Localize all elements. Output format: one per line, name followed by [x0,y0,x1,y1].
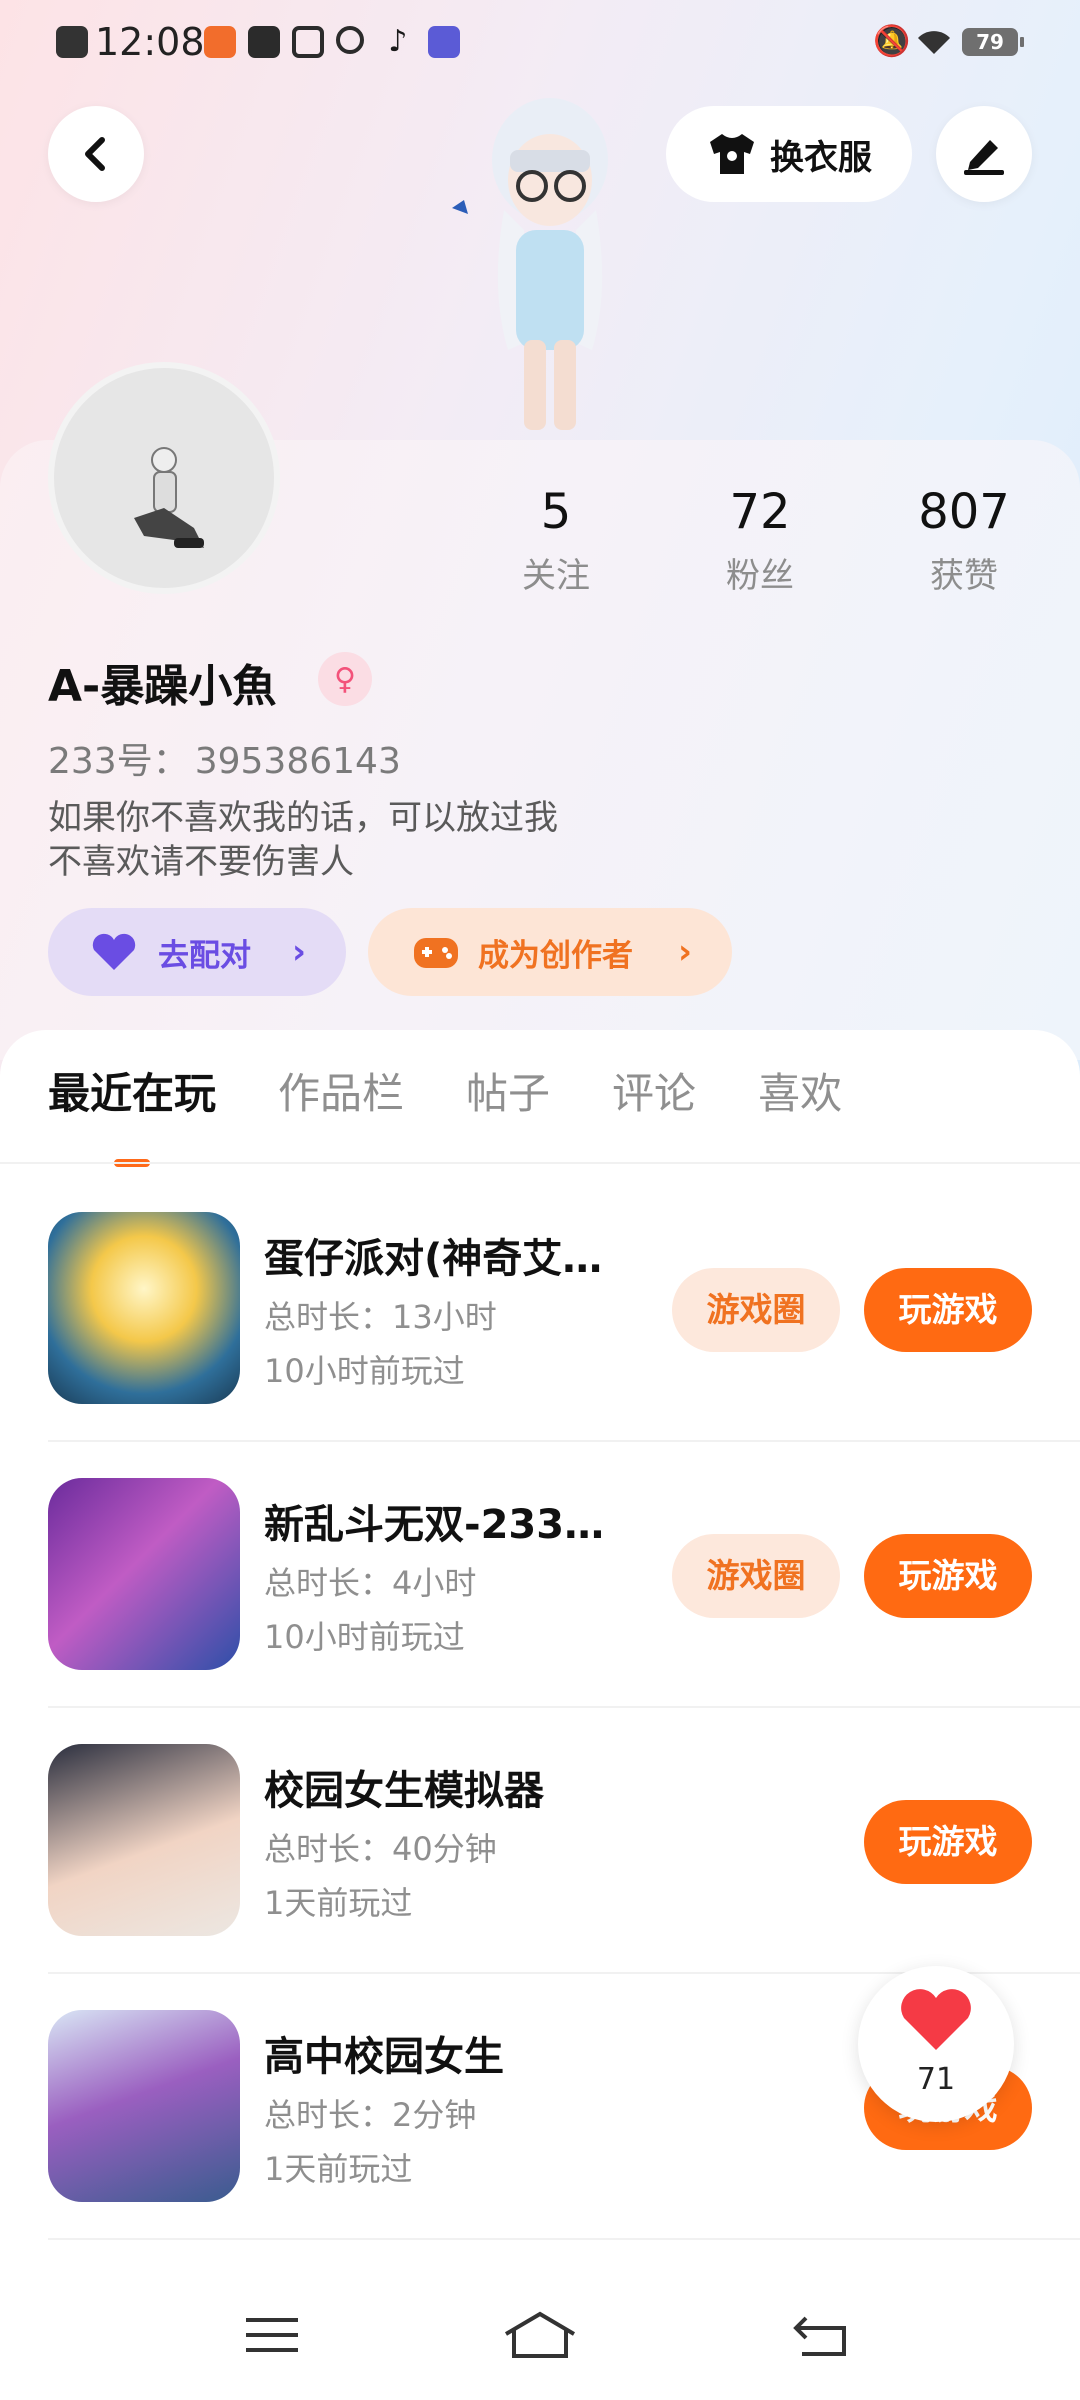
card-icon [292,26,324,58]
back-icon [85,137,105,171]
game-last-played: 1天前玩过 [264,1884,413,1922]
game-row[interactable]: 蛋仔派对(神奇艾… 总时长：13小时 10小时前玩过 游戏圈 玩游戏 [0,1212,1080,1478]
tab-posts[interactable]: 帖子 [466,1060,550,1121]
user-id: 233号： 395386143 [48,732,401,784]
game-icon [48,1744,240,1936]
bio-line-1: 如果你不喜欢我的话，可以放过我 [48,798,558,838]
play-game-button[interactable]: 玩游戏 [864,1534,1032,1618]
heart-icon [92,933,136,970]
match-button[interactable]: 去配对 › [48,908,346,996]
play-game-button[interactable]: 玩游戏 [864,1268,1032,1352]
tab-works[interactable]: 作品栏 [278,1060,404,1121]
stat-likes[interactable]: 807 获赞 [884,484,1044,597]
status-time: 12:08 [95,20,205,64]
stat-fans-label: 粉丝 [726,556,794,596]
game-duration: 总时长：2分钟 [264,2096,477,2134]
game-title: 校园女生模拟器 [264,1768,544,1814]
game-last-played: 10小时前玩过 [264,1618,465,1656]
game-circle-button[interactable]: 游戏圈 [672,1534,840,1618]
user-name: A-暴躁小魚 [48,661,277,712]
play-game-button[interactable]: 玩游戏 [864,1800,1032,1884]
mute-icon: 🔕 [873,24,911,59]
floating-like-button[interactable]: 71 [858,1966,1014,2122]
avatar-character [452,98,608,430]
gamepad-icon [414,938,458,968]
edit-profile-button[interactable] [936,106,1032,202]
game-duration: 总时长：40分钟 [264,1830,497,1868]
stat-likes-label: 获赞 [930,556,998,596]
row-divider [48,2238,1080,2240]
game-meta: 总时长：40分钟 1天前玩过 [264,1822,497,1930]
game-title: 新乱斗无双-233… [264,1502,605,1548]
avatar-figure [134,447,204,548]
game-icon [48,1212,240,1404]
game-circle-button[interactable]: 游戏圈 [672,1268,840,1352]
search-icon [336,26,364,54]
app-icon [204,26,236,58]
row-divider [48,1440,1080,1442]
stat-likes-num: 807 [918,484,1010,540]
user-id-value: 395386143 [194,741,401,782]
game-icon [48,2010,240,2202]
tab-recently-played[interactable]: 最近在玩 [48,1060,216,1167]
change-outfit-label: 换衣服 [770,137,872,178]
bio-line-2: 不喜欢请不要伤害人 [48,842,354,882]
tab-comments[interactable]: 评论 [612,1060,696,1121]
game-duration: 总时长：4小时 [264,1564,477,1602]
tab-divider [0,1162,1080,1164]
status-bar: 12:08 ♪ 🔕 79 [0,0,1080,86]
stat-following[interactable]: 5 关注 [476,484,636,597]
avatar[interactable] [48,362,280,594]
user-bio: 如果你不喜欢我的话，可以放过我 不喜欢请不要伤害人 [48,796,558,884]
wifi-icon [918,31,950,54]
tiktok-icon: ♪ [388,24,408,59]
chevron-right-icon: › [677,932,692,972]
stat-fans[interactable]: 72 粉丝 [680,484,840,597]
match-label: 去配对 [158,937,251,974]
game-meta: 总时长：2分钟 1天前玩过 [264,2088,476,2196]
game-meta: 总时长：13小时 10小时前玩过 [264,1290,497,1398]
game-meta: 总时长：4小时 10小时前玩过 [264,1556,476,1664]
back-nav-icon[interactable] [792,2310,852,2360]
system-nav-bar [0,2270,1080,2400]
tab-likes[interactable]: 喜欢 [758,1060,842,1121]
user-id-label: 233号： [48,741,189,782]
game-duration: 总时长：13小时 [264,1298,497,1336]
tshirt-icon [710,134,754,174]
game-icon [48,1478,240,1670]
square-icon [248,26,280,58]
close-notification-icon [56,26,88,58]
back-button[interactable] [48,106,144,202]
stat-following-num: 5 [540,484,572,540]
tab-bar: 最近在玩 作品栏 帖子 评论 喜欢 [48,1060,904,1167]
home-icon[interactable] [502,2310,578,2360]
heart-icon [901,1989,971,2050]
game-last-played: 10小时前玩过 [264,1352,465,1390]
game-row[interactable]: 新乱斗无双-233… 总时长：4小时 10小时前玩过 游戏圈 玩游戏 [0,1478,1080,1744]
female-icon: ♀ [318,652,372,706]
become-creator-button[interactable]: 成为创作者 › [368,908,732,996]
become-creator-label: 成为创作者 [478,937,633,974]
row-divider [48,1706,1080,1708]
chevron-right-icon: › [291,932,306,972]
stat-following-label: 关注 [522,556,590,596]
like-count: 71 [916,2062,956,2097]
edit-icon [964,140,1004,175]
stat-fans-num: 72 [729,484,791,540]
game-title: 蛋仔派对(神奇艾… [264,1236,603,1282]
app-badge-icon [428,26,460,58]
change-outfit-button[interactable]: 换衣服 [666,106,912,202]
game-last-played: 1天前玩过 [264,2150,413,2188]
game-title: 高中校园女生 [264,2034,504,2080]
menu-icon[interactable] [242,2310,302,2360]
battery-indicator: 79 [962,28,1024,56]
